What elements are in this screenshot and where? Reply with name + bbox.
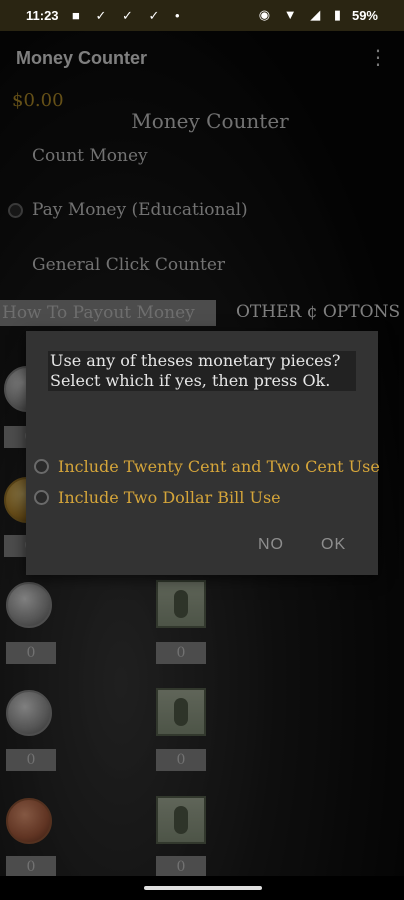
checkbox-icon[interactable] bbox=[34, 490, 49, 505]
option-twenty-cent[interactable]: Include Twenty Cent and Two Cent Use bbox=[58, 457, 380, 476]
system-status-icons: ◉ ▼ ◢ ▮ bbox=[258, 7, 346, 22]
monetary-pieces-dialog: Use any of theses monetary pieces? Selec… bbox=[26, 331, 380, 575]
navigation-bar bbox=[0, 876, 404, 900]
dialog-message: Use any of theses monetary pieces? Selec… bbox=[48, 351, 356, 391]
status-bar: 11:23 ■ ✓ ✓ ✓ • ◉ ▼ ◢ ▮ 59% bbox=[0, 0, 404, 31]
ok-button[interactable]: OK bbox=[321, 536, 346, 554]
status-time: 11:23 bbox=[26, 8, 59, 23]
notification-icons: ■ ✓ ✓ ✓ • bbox=[72, 8, 186, 23]
option-two-dollar-bill[interactable]: Include Two Dollar Bill Use bbox=[58, 488, 281, 507]
no-button[interactable]: NO bbox=[258, 536, 284, 554]
checkbox-icon[interactable] bbox=[34, 459, 49, 474]
battery-level: 59% bbox=[351, 8, 378, 23]
home-gesture-handle[interactable] bbox=[144, 886, 262, 890]
